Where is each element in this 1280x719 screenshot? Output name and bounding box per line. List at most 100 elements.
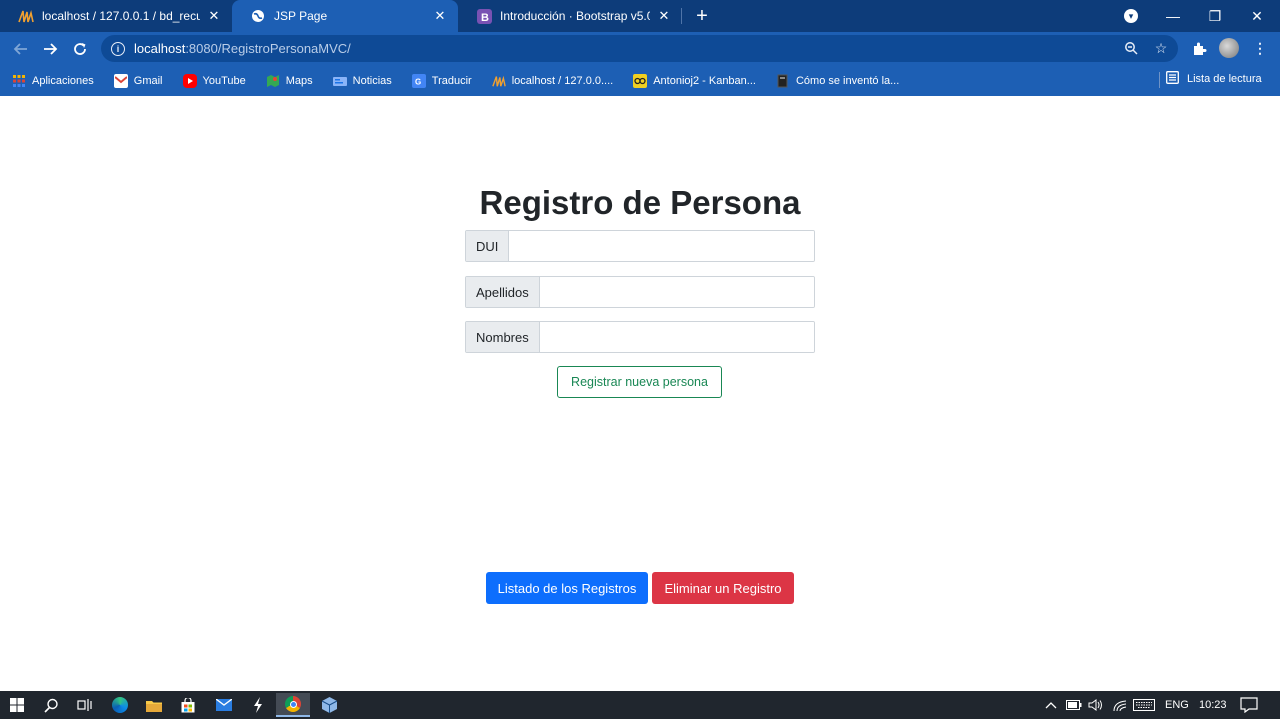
bookmark-youtube[interactable]: YouTube — [175, 69, 254, 93]
youtube-icon — [182, 73, 197, 88]
tab-title: JSP Page — [274, 9, 328, 23]
chrome-taskbar-icon[interactable] — [276, 693, 310, 717]
page-content: Registro de Persona DUI Apellidos Nombre… — [0, 96, 1280, 691]
keyboard-icon[interactable] — [1133, 695, 1155, 715]
bookmark-label: Antonioj2 - Kanban... — [653, 74, 756, 87]
bookmark-label: Gmail — [133, 74, 163, 87]
apellidos-input[interactable] — [539, 277, 814, 307]
windows-start-button[interactable] — [0, 693, 34, 717]
svg-text:B: B — [481, 12, 489, 24]
search-icon — [43, 698, 58, 713]
close-icon[interactable]: ✕ — [206, 8, 222, 24]
avatar[interactable] — [1217, 36, 1241, 60]
task-view-icon — [77, 699, 92, 711]
bookmark-label: Noticias — [352, 74, 392, 87]
bookmark-label: Aplicaciones — [32, 74, 94, 87]
register-person-button[interactable]: Registrar nueva persona — [557, 366, 722, 398]
phpmyadmin-icon — [18, 8, 34, 24]
maps-icon — [266, 74, 280, 88]
bookmark-aplicaciones[interactable]: Aplicaciones — [4, 69, 102, 93]
close-window-button[interactable]: ✕ — [1236, 0, 1278, 32]
bookmarks-bar: Aplicaciones Gmail YouTube Maps Noticias… — [0, 65, 1280, 96]
reload-button[interactable] — [67, 36, 93, 62]
tab-divider — [681, 8, 682, 24]
apellidos-field-group: Apellidos — [465, 276, 815, 308]
extensions-icon[interactable] — [1187, 36, 1211, 60]
bookmark-label: Traducir — [431, 74, 472, 87]
apellidos-label: Apellidos — [466, 277, 540, 307]
tab-jsp-page[interactable]: JSP Page ✕ — [232, 0, 458, 32]
bookmark-noticias[interactable]: Noticias — [325, 69, 400, 93]
store-icon[interactable] — [171, 693, 205, 717]
arrow-right-icon — [44, 43, 58, 55]
more-menu-icon[interactable]: ⋮ — [1248, 36, 1272, 60]
bookmark-maps[interactable]: Maps — [258, 69, 321, 93]
volume-icon[interactable] — [1088, 695, 1104, 715]
zoom-icon[interactable] — [1119, 36, 1143, 60]
mail-icon[interactable] — [207, 693, 241, 717]
globe-icon — [250, 8, 266, 24]
phpmyadmin-icon — [491, 74, 506, 88]
clock-time[interactable]: 10:23 — [1199, 695, 1227, 715]
minimize-button[interactable]: — — [1152, 0, 1194, 32]
arrow-left-icon — [13, 43, 27, 55]
notifications-icon[interactable] — [1240, 695, 1258, 715]
tab-search-button[interactable]: ▾ — [1110, 0, 1152, 32]
wifi-icon[interactable] — [1112, 695, 1128, 715]
bootstrap-icon: B — [476, 8, 492, 24]
info-icon[interactable]: i — [111, 41, 125, 56]
search-button[interactable] — [34, 693, 68, 717]
apps-grid-icon — [12, 74, 26, 88]
star-icon[interactable]: ☆ — [1149, 36, 1173, 60]
nombres-input[interactable] — [539, 322, 814, 352]
kanban-icon — [633, 73, 648, 88]
reading-list-label: Lista de lectura — [1187, 73, 1262, 85]
reading-list-button[interactable]: Lista de lectura — [1166, 68, 1262, 90]
windows-icon — [10, 698, 24, 712]
tab-title: localhost / 127.0.0.1 / bd_recursos — [42, 9, 200, 23]
url-host: localhost — [134, 41, 186, 56]
taskbar: ENG 10:23 — [0, 691, 1280, 719]
bookmark-label: Maps — [285, 74, 313, 87]
bookmark-label: YouTube — [202, 74, 246, 87]
bookmark-label: localhost / 127.0.0.... — [511, 74, 614, 87]
nombres-label: Nombres — [466, 322, 540, 352]
tab-bootstrap[interactable]: B Introducción · Bootstrap v5.0 ✕ — [458, 0, 682, 32]
news-icon — [332, 74, 347, 88]
gmail-icon — [113, 73, 128, 88]
url-path: :8080/RegistroPersonaMVC/ — [185, 41, 351, 56]
restore-button[interactable]: ❐ — [1194, 0, 1236, 32]
chevron-up-icon — [1045, 702, 1057, 709]
edge-taskbar-icon[interactable] — [103, 693, 137, 717]
show-hidden-icons-button[interactable] — [1045, 695, 1057, 715]
bookmark-gmail[interactable]: Gmail — [106, 69, 171, 93]
dui-input[interactable] — [509, 231, 814, 261]
reading-list-icon — [1166, 71, 1179, 87]
tab-title: Introducción · Bootstrap v5.0 — [500, 9, 650, 23]
close-icon[interactable]: ✕ — [432, 8, 448, 24]
terminal-icon[interactable] — [241, 693, 275, 717]
address-bar[interactable]: i localhost:8080/RegistroPersonaMVC/ — [101, 35, 1178, 62]
bookmark-como-se-invento[interactable]: Cómo se inventó la... — [768, 69, 907, 93]
new-tab-button[interactable]: + — [690, 4, 714, 28]
battery-icon[interactable] — [1066, 695, 1082, 715]
bookmark-traducir[interactable]: G Traducir — [404, 69, 480, 93]
input-language[interactable]: ENG — [1165, 695, 1189, 715]
bookmark-kanban[interactable]: Antonioj2 - Kanban... — [625, 69, 764, 93]
list-records-button[interactable]: Listado de los Registros — [486, 572, 648, 604]
bookmark-label: Cómo se inventó la... — [795, 74, 900, 87]
close-icon[interactable]: ✕ — [656, 8, 672, 24]
task-view-button[interactable] — [68, 693, 102, 717]
page-title: Registro de Persona — [479, 184, 801, 221]
file-explorer-icon[interactable] — [137, 693, 171, 717]
tab-phpmyadmin[interactable]: localhost / 127.0.0.1 / bd_recursos ✕ — [0, 0, 232, 32]
dui-label: DUI — [466, 231, 510, 261]
virtualbox-icon[interactable] — [312, 693, 346, 717]
reload-icon — [74, 43, 86, 55]
tab-strip: localhost / 127.0.0.1 / bd_recursos ✕ JS… — [0, 0, 1280, 32]
bookmark-localhost[interactable]: localhost / 127.0.0.... — [484, 69, 622, 93]
delete-record-button[interactable]: Eliminar un Registro — [652, 572, 794, 604]
back-button[interactable] — [8, 36, 34, 62]
page-icon — [776, 74, 790, 88]
forward-button[interactable] — [37, 36, 63, 62]
